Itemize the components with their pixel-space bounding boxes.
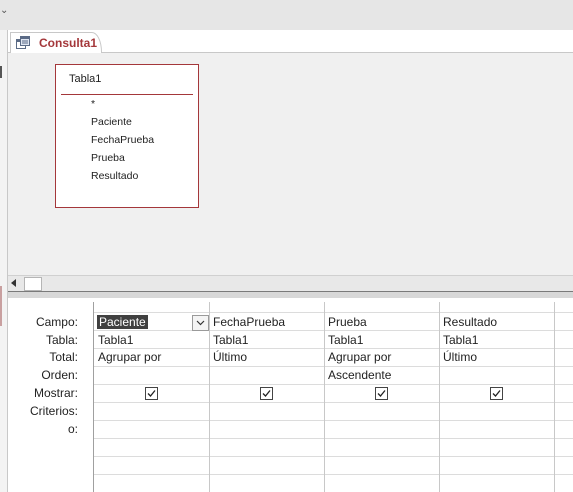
column-divider[interactable] bbox=[554, 302, 555, 492]
grid-line bbox=[94, 330, 573, 331]
pane-marker bbox=[0, 66, 2, 78]
total-cell-1[interactable]: Agrupar por bbox=[98, 350, 161, 364]
grid-line bbox=[94, 456, 573, 457]
total-cell-2[interactable]: Último bbox=[213, 350, 247, 364]
row-label-criterios: Criterios: bbox=[29, 404, 78, 418]
table-field-list[interactable]: Tabla1 * Paciente FechaPrueba Prueba Res… bbox=[55, 64, 199, 208]
row-label-total: Total: bbox=[49, 350, 78, 364]
campo-cell-1[interactable]: Paciente bbox=[97, 315, 148, 329]
row-label-o: o: bbox=[67, 422, 78, 436]
field-resultado[interactable]: Resultado bbox=[91, 170, 138, 182]
horizontal-scrollbar[interactable] bbox=[8, 275, 573, 291]
table-title: Tabla1 bbox=[69, 73, 102, 85]
field-fechaprueba[interactable]: FechaPrueba bbox=[91, 134, 154, 146]
field-all[interactable]: * bbox=[91, 98, 95, 110]
grid-line bbox=[94, 402, 573, 403]
campo-cell-2[interactable]: FechaPrueba bbox=[213, 315, 285, 329]
grid-line bbox=[94, 348, 573, 349]
mostrar-checkbox-3[interactable] bbox=[375, 387, 388, 400]
scroll-thumb[interactable] bbox=[24, 277, 42, 291]
column-divider[interactable] bbox=[439, 302, 440, 492]
check-icon bbox=[262, 390, 271, 397]
tabla-cell-4[interactable]: Tabla1 bbox=[443, 333, 478, 347]
check-icon bbox=[147, 390, 156, 397]
mostrar-checkbox-2[interactable] bbox=[260, 387, 273, 400]
field-paciente[interactable]: Paciente bbox=[91, 116, 132, 128]
field-prueba[interactable]: Prueba bbox=[91, 152, 125, 164]
grid-line bbox=[94, 420, 573, 421]
scroll-left-icon[interactable] bbox=[11, 279, 16, 287]
mostrar-checkbox-1[interactable] bbox=[145, 387, 158, 400]
check-icon bbox=[492, 390, 501, 397]
tab-consulta1[interactable]: Consulta1 bbox=[10, 32, 102, 54]
grid-line bbox=[94, 384, 573, 385]
tab-label: Consulta1 bbox=[39, 36, 98, 50]
title-bar: ⌄ bbox=[0, 0, 573, 30]
row-label-orden: Orden: bbox=[41, 368, 78, 382]
query-design-pane[interactable]: Tabla1 * Paciente FechaPrueba Prueba Res… bbox=[8, 53, 573, 275]
document-tab-bar: Consulta1 bbox=[8, 30, 573, 54]
grid-line bbox=[94, 366, 573, 367]
total-cell-3[interactable]: Agrupar por bbox=[328, 350, 391, 364]
column-divider[interactable] bbox=[209, 302, 210, 492]
grid-line bbox=[94, 438, 573, 439]
campo-dropdown-button[interactable] bbox=[192, 315, 209, 331]
column-divider[interactable] bbox=[324, 302, 325, 492]
campo-cell-3[interactable]: Prueba bbox=[328, 315, 367, 329]
query-icon bbox=[16, 36, 30, 49]
chevron-icon: ⌄ bbox=[0, 5, 9, 16]
tabla-cell-1[interactable]: Tabla1 bbox=[98, 333, 133, 347]
total-cell-4[interactable]: Último bbox=[443, 350, 477, 364]
query-design-grid[interactable]: Paciente FechaPrueba Prueba Resultado Ta… bbox=[93, 302, 573, 492]
row-label-mostrar: Mostrar: bbox=[33, 386, 78, 400]
row-label-tabla: Tabla: bbox=[45, 333, 78, 347]
divider bbox=[61, 94, 193, 95]
orden-cell-3[interactable]: Ascendente bbox=[328, 368, 391, 382]
row-label-campo: Campo: bbox=[35, 315, 78, 329]
mostrar-checkbox-4[interactable] bbox=[490, 387, 503, 400]
check-icon bbox=[377, 390, 386, 397]
grid-line bbox=[94, 312, 573, 313]
tabla-cell-2[interactable]: Tabla1 bbox=[213, 333, 248, 347]
tabla-cell-3[interactable]: Tabla1 bbox=[328, 333, 363, 347]
grid-line bbox=[94, 474, 573, 475]
chevron-down-icon bbox=[196, 320, 205, 326]
campo-cell-4[interactable]: Resultado bbox=[443, 315, 497, 329]
